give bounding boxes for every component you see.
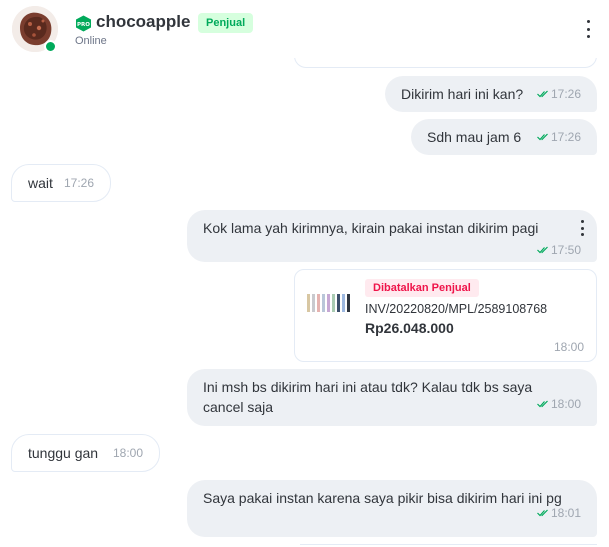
seller-badge: Penjual <box>198 13 254 33</box>
invoice-price: Rp26.048.000 <box>365 320 454 336</box>
message-outgoing[interactable]: Sdh mau jam 6 17:26 <box>411 119 597 155</box>
message-text: Dikirim hari ini kan? <box>401 86 524 102</box>
message-incoming[interactable]: tunggu gan 18:00 <box>11 434 160 472</box>
chat-header: PRO chocoapple Penjual Online <box>0 0 609 58</box>
kebab-menu-icon[interactable] <box>580 18 596 40</box>
message-time: 18:00 <box>537 394 581 414</box>
message-text: wait <box>28 175 53 191</box>
read-check-icon <box>537 400 548 408</box>
message-outgoing[interactable]: Saya pakai instan karena saya pikir bisa… <box>187 480 597 537</box>
online-indicator <box>44 40 57 53</box>
shop-name[interactable]: chocoapple <box>96 12 190 32</box>
product-thumbnail-icon <box>305 288 351 318</box>
message-time: 17:26 <box>537 127 581 147</box>
message-text: Sdh mau jam 6 <box>427 129 522 145</box>
message-time: 17:26 <box>63 176 94 190</box>
message-incoming[interactable]: wait 17:26 <box>11 164 111 202</box>
message-text: Kok lama yah kirimnya, kirain pakai inst… <box>203 220 539 236</box>
invoice-number[interactable]: INV/20220820/MPL/2589108768 <box>365 302 547 316</box>
message-text: tunggu gan <box>28 445 99 461</box>
message-outgoing[interactable]: Ini msh bs dikirim hari ini atau tdk? Ka… <box>187 369 597 426</box>
message-time: 18:00 <box>112 446 143 460</box>
message-text: Ini msh bs dikirim hari ini atau tdk? Ka… <box>203 379 533 415</box>
message-menu-icon[interactable] <box>579 220 585 236</box>
read-check-icon <box>537 133 548 141</box>
read-check-icon <box>537 90 548 98</box>
pro-badge-icon: PRO <box>76 15 91 32</box>
invoice-status-badge: Dibatalkan Penjual <box>365 279 479 297</box>
read-check-icon <box>537 246 548 254</box>
svg-text:PRO: PRO <box>77 22 90 28</box>
invoice-card[interactable]: Dibatalkan Penjual INV/20220820/MPL/2589… <box>294 269 597 362</box>
message-time: 17:50 <box>537 240 581 260</box>
read-check-icon <box>537 509 548 517</box>
message-outgoing[interactable]: Dikirim hari ini kan? 17:26 <box>385 76 597 112</box>
message-outgoing[interactable]: Kok lama yah kirimnya, kirain pakai inst… <box>187 210 597 262</box>
message-time: 18:01 <box>537 503 581 523</box>
message-time: 17:26 <box>537 84 581 104</box>
message-time: 18:00 <box>553 340 584 354</box>
message-text: Saya pakai instan karena saya pikir bisa… <box>203 490 562 506</box>
online-status: Online <box>75 35 107 47</box>
